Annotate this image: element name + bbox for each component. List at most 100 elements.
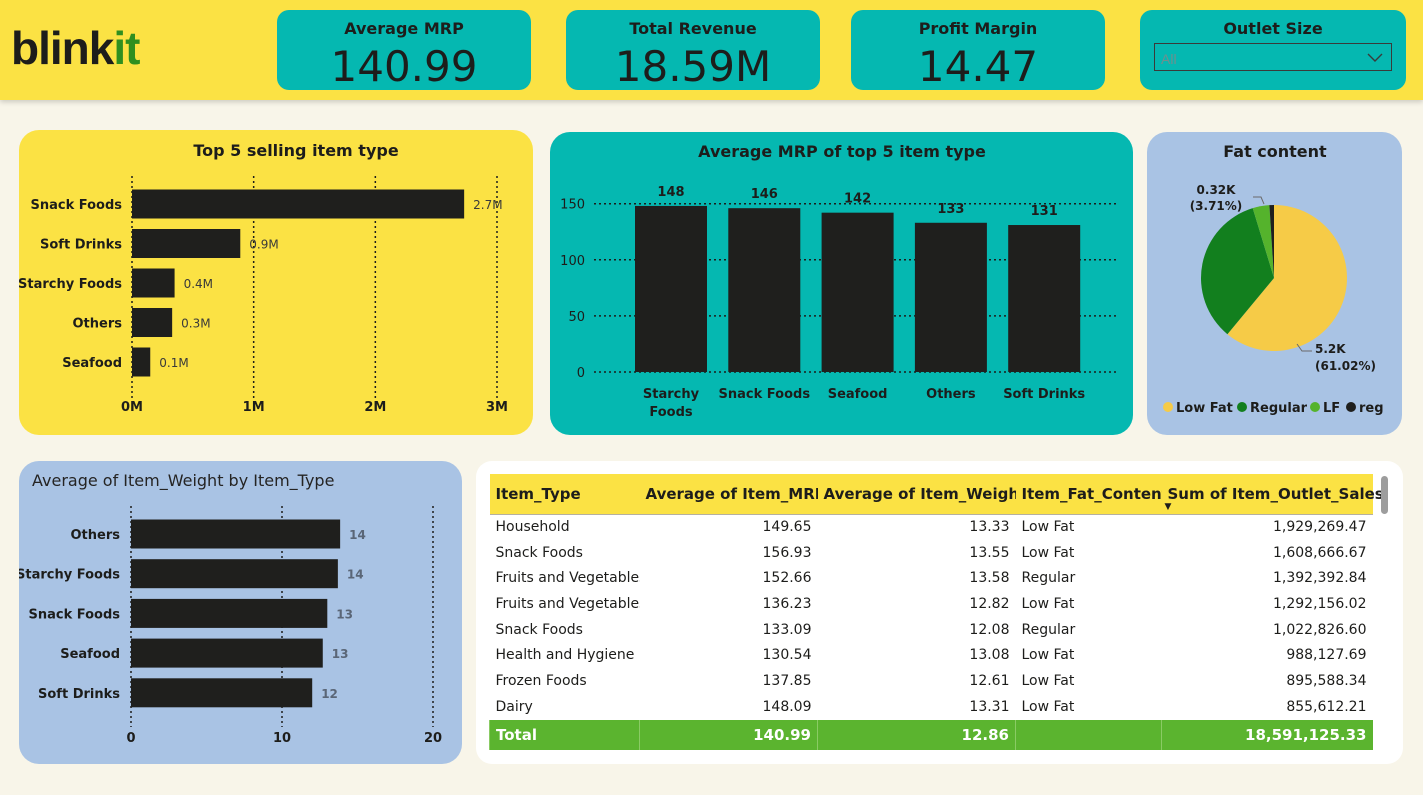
cell-fat-content: Low Fat <box>1021 544 1075 561</box>
chart-title: Average MRP of top 5 item type <box>698 142 986 161</box>
data-label: 13 <box>332 647 349 661</box>
bar <box>132 308 173 337</box>
annotation-label: 0.32K <box>1197 183 1237 197</box>
top5-selling-card: Top 5 selling item type 0M 1M 2M 3M Snack Fo… <box>19 130 533 435</box>
category-label: Others <box>73 317 123 332</box>
cell-item-type: Snack Foods <box>495 544 583 561</box>
cell-average-weight: 12.82 <box>969 595 1010 612</box>
table-row: Frozen Foods 137.85 12.61 Low Fat 895,58… <box>490 668 1373 694</box>
table-header-row: Item_Type Average of Item_MRP Average of… <box>489 474 1384 515</box>
cell-fat-content: Low Fat <box>1021 672 1075 689</box>
fat-content-card: Fat content 0.32K (3.71%) 5.2K (61.02%) Low … <box>1147 132 1402 435</box>
y-tick-label: 0 <box>577 366 585 381</box>
category-label: Soft Drinks <box>1003 387 1085 402</box>
x-tick-label: 20 <box>424 731 442 746</box>
column-header-item-type[interactable]: Item_Type <box>489 474 640 515</box>
legend-marker <box>1163 402 1173 412</box>
fat-content-chart: Fat content 0.32K (3.71%) 5.2K (61.02%) Low … <box>1163 142 1384 416</box>
column-header-outlet-sales[interactable]: Sum of Item_Outlet_Sales ▼ <box>1161 474 1384 515</box>
data-label: 133 <box>937 202 964 217</box>
legend-label: Low Fat <box>1176 401 1233 416</box>
blinkit-logo: blinkit <box>11 20 140 76</box>
annotation-label: 5.2K <box>1315 342 1346 356</box>
cell-item-type: Frozen Foods <box>495 672 587 689</box>
x-tick-label: 2M <box>364 400 386 415</box>
bar <box>131 559 338 589</box>
category-label-line: Foods <box>649 405 693 420</box>
table-total-row: Total 140.99 12.86 18,591,125.33 <box>489 719 1373 750</box>
data-label: 13 <box>336 607 353 621</box>
cell-fat-content: Regular <box>1021 570 1076 587</box>
annotation-leader <box>1253 196 1265 205</box>
cell-fat-content: Low Fat <box>1021 698 1075 715</box>
cell-average-weight: 12.08 <box>969 621 1010 638</box>
column-header-fat-content[interactable]: Item_Fat_Content <box>1015 474 1169 515</box>
table-row: Fruits and Vegetables 152.66 13.58 Regul… <box>490 565 1373 591</box>
item-weight-chart: Average of Item_Weight by Item_Type 0 10 2… <box>19 471 442 746</box>
cell-item-type: Health and Hygiene <box>495 647 635 664</box>
slicer-selected-value: All <box>1161 51 1177 67</box>
bar <box>728 208 801 372</box>
category-label-line: Starchy <box>643 387 700 402</box>
x-tick-label: 1M <box>243 400 265 415</box>
table-row: Snack Foods 156.93 13.55 Low Fat 1,608,6… <box>490 540 1373 566</box>
cell-outlet-sales: 1,929,269.47 <box>1272 519 1367 536</box>
outlet-size-dropdown[interactable]: All <box>1154 43 1392 71</box>
average-mrp-chart: Average MRP of top 5 item type 0 50 100 150… <box>560 142 1116 420</box>
x-tick-label: 3M <box>486 400 508 415</box>
kpi-card-average-mrp: Average MRP 140.99 <box>277 10 531 91</box>
data-label: 148 <box>657 185 684 200</box>
cell-average-weight: 13.58 <box>969 570 1010 587</box>
table-row: Fruits and Vegetables 136.23 12.82 Low F… <box>490 591 1373 617</box>
category-label: Soft Drinks <box>38 687 120 702</box>
cell-item-type: Fruits and Vegetables <box>495 595 640 612</box>
category-label: Seafood <box>62 356 122 371</box>
data-label: 131 <box>1031 204 1058 219</box>
column-header-average-weight[interactable]: Average of Item_Weight <box>817 474 1026 515</box>
slicer-title: Outlet Size <box>1223 19 1323 38</box>
x-tick-label: 10 <box>273 731 291 746</box>
logo-accent-text: it <box>113 22 140 74</box>
category-label: Others <box>71 528 121 543</box>
sort-descending-icon[interactable]: ▼ <box>1165 502 1172 512</box>
category-label: Seafood <box>828 387 888 402</box>
cell-item-type: Fruits and Vegetables <box>495 570 640 587</box>
table-row: Health and Hygiene 130.54 13.08 Low Fat … <box>490 642 1373 668</box>
average-mrp-card: Average MRP of top 5 item type 0 50 100 150… <box>550 132 1133 435</box>
data-label: 146 <box>751 187 778 202</box>
data-label: 142 <box>844 192 871 207</box>
x-tick-label: 0M <box>121 400 143 415</box>
sales-table-card: Item_Type Average of Item_MRP Average of… <box>476 461 1403 764</box>
total-label: Total <box>489 719 640 750</box>
data-label: 0.3M <box>181 317 210 331</box>
outlet-size-slicer: Outlet Size All <box>1140 10 1406 90</box>
category-label: Starchy Foods <box>19 277 122 292</box>
kpi-card-profit-margin: Profit Margin 14.47 <box>851 10 1105 91</box>
column-header-average-mrp[interactable]: Average of Item_MRP <box>639 474 826 515</box>
bar <box>635 205 707 372</box>
category-label: Soft Drinks <box>40 238 122 253</box>
table-scrollbar[interactable] <box>1381 476 1388 514</box>
category-label: Starchy Foods <box>19 568 120 583</box>
data-label: 0.4M <box>184 277 213 291</box>
item-weight-card: Average of Item_Weight by Item_Type 0 10 2… <box>19 461 462 764</box>
cell-outlet-sales: 1,022,826.60 <box>1272 621 1367 638</box>
legend-label: reg <box>1359 401 1384 416</box>
cell-average-weight: 13.33 <box>969 519 1010 536</box>
data-label: 0.9M <box>249 238 278 252</box>
kpi-title: Profit Margin <box>918 19 1038 38</box>
cell-fat-content: Low Fat <box>1021 647 1075 664</box>
cell-average-mrp: 152.66 <box>762 570 812 587</box>
total-fat-content <box>1015 719 1162 750</box>
kpi-card-total-revenue: Total Revenue 18.59M <box>566 10 820 91</box>
cell-item-type: Dairy <box>495 698 533 715</box>
total-average-weight: 12.86 <box>817 719 1016 750</box>
kpi-value: 140.99 <box>330 42 478 91</box>
cell-average-weight: 13.55 <box>969 544 1010 561</box>
cell-average-mrp: 136.23 <box>762 595 812 612</box>
total-average-mrp: 140.99 <box>639 719 818 750</box>
bar <box>914 222 987 372</box>
kpi-title: Average MRP <box>344 19 464 38</box>
data-label: 14 <box>349 528 366 542</box>
cell-average-mrp: 130.54 <box>762 647 812 664</box>
